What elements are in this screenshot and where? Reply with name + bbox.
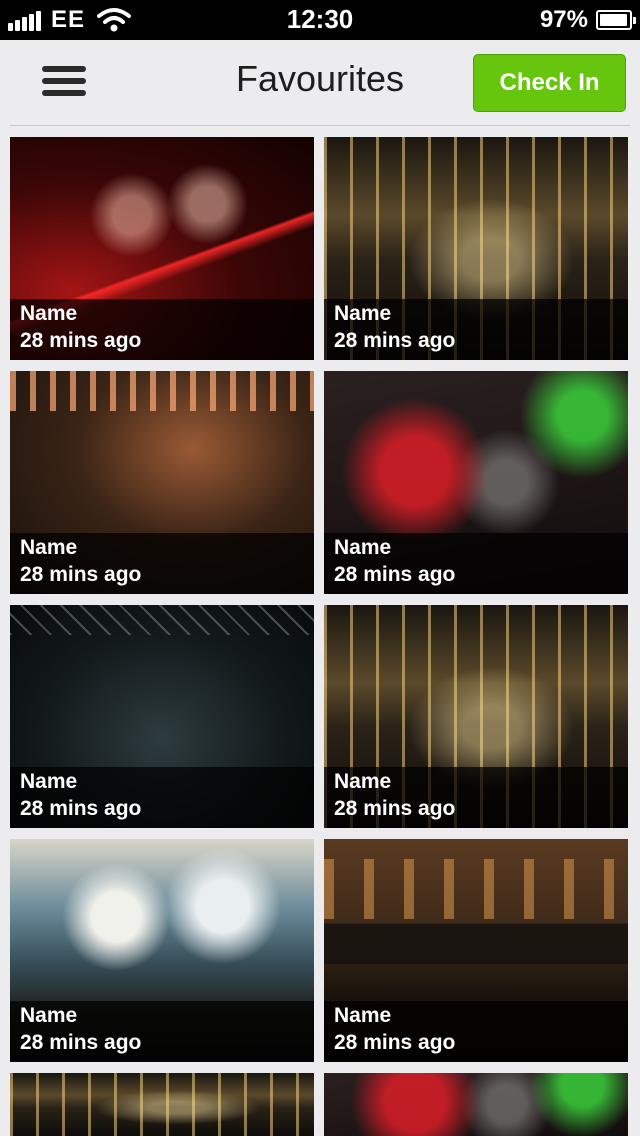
battery-icon [596,10,636,30]
hamburger-line [42,66,86,72]
venue-time: 28 mins ago [334,1031,456,1054]
hamburger-line [42,78,86,84]
hamburger-line [42,90,86,96]
venue-name: Name [334,1004,392,1027]
venue-time: 28 mins ago [20,797,142,820]
venue-name: Name [20,770,78,793]
venue-time: 28 mins ago [334,563,456,586]
status-bar: EE 12:30 97% [0,0,640,40]
venue-tile-partial[interactable] [10,1073,314,1136]
venue-tile[interactable]: Name 28 mins ago [324,371,628,594]
battery-level [600,14,628,26]
check-in-button[interactable]: Check In [473,54,626,112]
venue-tile[interactable]: Name 28 mins ago [324,137,628,360]
venue-name: Name [334,536,392,559]
header-divider [10,125,630,126]
venue-photo [10,1073,314,1136]
venue-name: Name [334,302,392,325]
venue-tile[interactable]: Name 28 mins ago [324,839,628,1062]
venue-time: 28 mins ago [20,329,142,352]
page-title: Favourites [235,58,405,99]
venue-photo [324,1073,628,1136]
venue-name: Name [20,536,78,559]
status-right: 97% [539,6,636,34]
venue-tile[interactable]: Name 28 mins ago [324,605,628,828]
battery-tip [633,17,636,24]
venue-tile[interactable]: Name 28 mins ago [10,137,314,360]
venue-tile[interactable]: Name 28 mins ago [10,605,314,828]
venue-tile[interactable]: Name 28 mins ago [10,371,314,594]
navigation-bar: Favourites Check In [0,40,640,126]
venue-name: Name [20,1004,78,1027]
menu-button[interactable] [42,66,86,106]
battery-percentage: 97% [539,6,588,33]
venue-time: 28 mins ago [20,563,142,586]
venue-time: 28 mins ago [20,1031,142,1054]
venue-tile[interactable]: Name 28 mins ago [10,839,314,1062]
venue-time: 28 mins ago [334,797,456,820]
venue-time: 28 mins ago [334,329,456,352]
venue-name: Name [334,770,392,793]
venue-tile-partial[interactable] [324,1073,628,1136]
venue-name: Name [20,302,78,325]
